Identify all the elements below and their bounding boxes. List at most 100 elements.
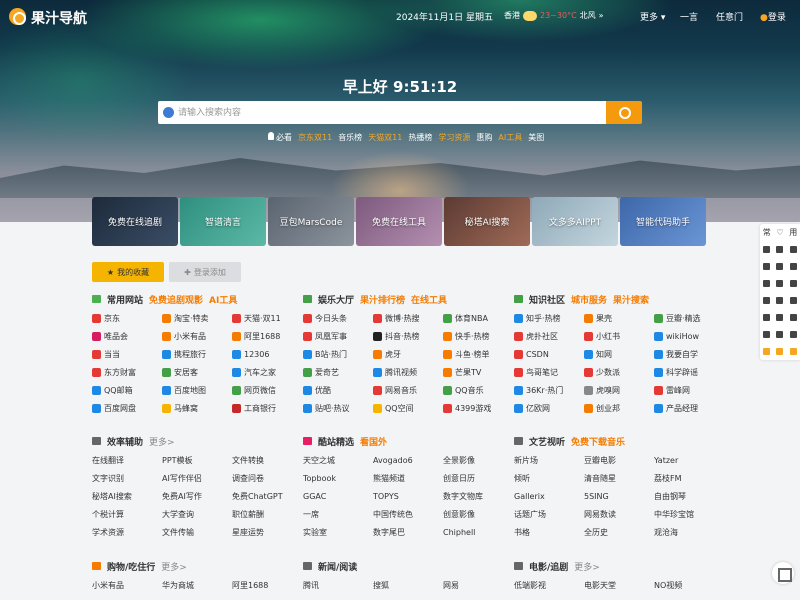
site-link[interactable]: 我要自学	[654, 348, 724, 361]
site-link[interactable]: 网页微信	[232, 384, 302, 397]
star-icon[interactable]	[776, 246, 784, 253]
card-aippt[interactable]: 文多多AIPPT	[532, 197, 618, 246]
text-link[interactable]: Yatzer	[654, 454, 724, 467]
site-link[interactable]: 淘宝·特卖	[162, 312, 232, 325]
text-link[interactable]: Avogado6	[373, 454, 443, 467]
more-link[interactable]: 更多>	[574, 560, 600, 573]
card-metaso[interactable]: 秘塔AI搜索	[444, 197, 530, 246]
baidu-icon[interactable]	[163, 107, 174, 118]
site-link[interactable]: 12306	[232, 348, 302, 361]
edit-icon[interactable]	[789, 314, 797, 321]
text-link[interactable]: 腾讯	[303, 579, 373, 592]
game-icon[interactable]	[789, 297, 797, 304]
site-link[interactable]: 汽车之家	[232, 366, 302, 379]
text-link[interactable]: 豆瓣电影	[584, 454, 654, 467]
site-link[interactable]: 知网	[584, 348, 654, 361]
site-link[interactable]: 科学辟谣	[654, 366, 724, 379]
hot-link-music[interactable]: 音乐榜	[338, 132, 362, 143]
text-link[interactable]: 网易	[443, 579, 513, 592]
hot-link-huigou[interactable]: 惠购	[476, 132, 492, 143]
site-link[interactable]: 安居客	[162, 366, 232, 379]
bulb-icon[interactable]	[789, 348, 797, 355]
globe-icon[interactable]	[763, 297, 771, 304]
hot-link-study[interactable]: 学习资源	[438, 132, 470, 143]
site-link[interactable]: QQ音乐	[443, 384, 513, 397]
nav-login[interactable]: ●登录	[760, 10, 786, 23]
site-link[interactable]: 豆瓣·精选	[654, 312, 724, 325]
section-tag[interactable]: 在线工具	[411, 293, 447, 306]
site-link[interactable]: 创业邦	[584, 402, 654, 415]
hot-link-jd[interactable]: 京东双11	[298, 132, 332, 143]
card-free-tools[interactable]: 免费在线工具	[356, 197, 442, 246]
site-link[interactable]: 微博·热搜	[373, 312, 443, 325]
site-link[interactable]: B站·热门	[303, 348, 373, 361]
text-link[interactable]: 观沧海	[654, 526, 724, 539]
text-link[interactable]: 熊猫频道	[373, 472, 443, 485]
graduation-icon[interactable]	[763, 331, 771, 338]
text-link[interactable]: 阿里1688	[232, 579, 302, 592]
keyboard-icon[interactable]	[763, 263, 771, 270]
text-link[interactable]: 实验室	[303, 526, 373, 539]
site-link[interactable]: 百度地图	[162, 384, 232, 397]
text-link[interactable]: 华为商城	[162, 579, 232, 592]
site-link[interactable]: 天猫·双11	[232, 312, 302, 325]
site-link[interactable]: 4399游戏	[443, 402, 513, 415]
calendar-icon[interactable]	[776, 263, 784, 270]
site-link[interactable]: 果壳	[584, 312, 654, 325]
card-code-assistant[interactable]: 智能代码助手	[620, 197, 706, 246]
text-link[interactable]: 荔枝FM	[654, 472, 724, 485]
text-link[interactable]: Gallerix	[514, 490, 584, 503]
settings-icon[interactable]	[776, 348, 784, 355]
text-link[interactable]: AI写作伴侣	[162, 472, 232, 485]
site-link[interactable]: 京东	[92, 312, 162, 325]
text-link[interactable]: 天空之城	[303, 454, 373, 467]
card-marscode[interactable]: 豆包MarsCode	[268, 197, 354, 246]
site-link[interactable]: 腾讯视频	[373, 366, 443, 379]
heart-icon[interactable]: ♡	[776, 228, 783, 237]
site-link[interactable]: 网易音乐	[373, 384, 443, 397]
card-zhipu[interactable]: 智谱清言	[180, 197, 266, 246]
site-link[interactable]: 携程旅行	[162, 348, 232, 361]
search-button[interactable]	[606, 101, 642, 124]
site-link[interactable]: 优酷	[303, 384, 373, 397]
users-icon[interactable]	[776, 331, 784, 338]
site-link[interactable]: 贴吧·热议	[303, 402, 373, 415]
site-link[interactable]: 小米有品	[162, 330, 232, 343]
text-link[interactable]: 书格	[514, 526, 584, 539]
text-link[interactable]: 调查问卷	[232, 472, 302, 485]
site-link[interactable]: 鸟哥笔记	[514, 366, 584, 379]
site-logo[interactable]: 果汁导航	[31, 8, 87, 28]
section-tag[interactable]: AI工具	[209, 293, 237, 306]
site-link[interactable]: 唯品会	[92, 330, 162, 343]
text-link[interactable]: 清音随星	[584, 472, 654, 485]
favorites-tab[interactable]: ★ 我的收藏	[92, 262, 164, 282]
text-link[interactable]: 创意影像	[443, 508, 513, 521]
text-link[interactable]: 个税计算	[92, 508, 162, 521]
text-link[interactable]: 中国传统色	[373, 508, 443, 521]
text-link[interactable]: NO视频	[654, 579, 724, 592]
text-link[interactable]: TOPYS	[373, 490, 443, 503]
text-link[interactable]: 全景影像	[443, 454, 513, 467]
hot-link-bikan[interactable]: 必看	[268, 132, 292, 143]
site-link[interactable]: 虎扑社区	[514, 330, 584, 343]
site-link[interactable]: 百度网盘	[92, 402, 162, 415]
text-link[interactable]: 低端影视	[514, 579, 584, 592]
card-free-drama[interactable]: 免费在线追剧	[92, 197, 178, 246]
search-icon[interactable]	[789, 280, 797, 287]
site-link[interactable]: 马蜂窝	[162, 402, 232, 415]
text-link[interactable]: 学术资源	[92, 526, 162, 539]
nav-more[interactable]: 更多 ▾	[640, 10, 665, 23]
hot-link-tmall[interactable]: 天猫双11	[368, 132, 402, 143]
book-icon[interactable]	[763, 314, 771, 321]
text-link[interactable]: 倾听	[514, 472, 584, 485]
text-link[interactable]: GGAC	[303, 490, 373, 503]
text-link[interactable]: 职位薪酬	[232, 508, 302, 521]
site-link[interactable]: CSDN	[514, 348, 584, 361]
search-input[interactable]	[178, 105, 598, 120]
logo-icon[interactable]	[9, 8, 26, 25]
text-link[interactable]: 话题广场	[514, 508, 584, 521]
text-link[interactable]: 中华珍宝馆	[654, 508, 724, 521]
site-link[interactable]: 亿欧网	[514, 402, 584, 415]
site-link[interactable]: 东方财富	[92, 366, 162, 379]
text-link[interactable]: Chiphell	[443, 526, 513, 539]
